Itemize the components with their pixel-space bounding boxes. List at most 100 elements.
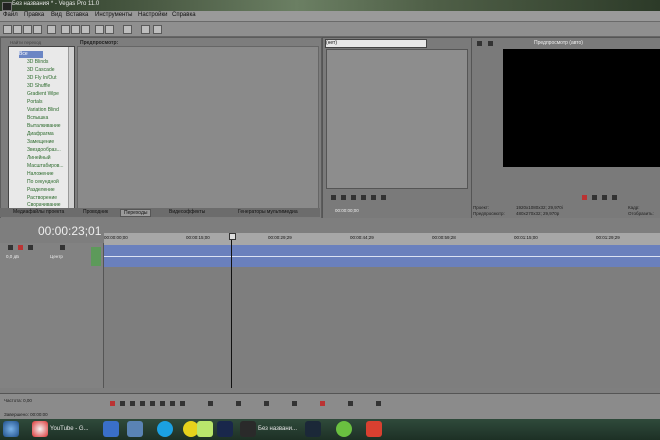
tree-item[interactable]: Наложение bbox=[27, 171, 54, 177]
cut-icon[interactable] bbox=[61, 25, 70, 34]
word-icon[interactable] bbox=[103, 421, 119, 437]
prev-frame-icon[interactable] bbox=[371, 195, 376, 200]
track-volume[interactable]: 0,0 дБ bbox=[6, 254, 19, 259]
snap-icon[interactable] bbox=[141, 25, 150, 34]
tree-item[interactable]: Вспышка bbox=[27, 115, 48, 121]
tree-item[interactable]: Замещение bbox=[27, 139, 54, 145]
properties-icon[interactable] bbox=[33, 25, 42, 34]
tree-item[interactable]: Диафрагма bbox=[27, 131, 54, 137]
tree-item[interactable]: Gradient Wipe bbox=[27, 91, 59, 97]
stop-icon[interactable] bbox=[361, 195, 366, 200]
new-icon[interactable] bbox=[3, 25, 12, 34]
skype-icon[interactable] bbox=[157, 421, 173, 437]
track-arm-icon[interactable] bbox=[18, 245, 23, 250]
transport-record-icon[interactable] bbox=[110, 401, 115, 406]
track-fx-icon[interactable] bbox=[28, 245, 33, 250]
preview-fx-icon[interactable] bbox=[488, 41, 493, 46]
tab-explorer[interactable]: Проводник bbox=[80, 209, 111, 215]
playhead-handle[interactable] bbox=[229, 233, 236, 240]
tree-item[interactable]: 3D Fly In/Out bbox=[27, 75, 56, 81]
start-button-icon[interactable] bbox=[3, 421, 19, 437]
next-frame-icon[interactable] bbox=[381, 195, 386, 200]
transport-loop-icon[interactable] bbox=[120, 401, 125, 406]
audio-track[interactable] bbox=[104, 245, 660, 267]
transport-start-icon[interactable] bbox=[170, 401, 175, 406]
maps-icon[interactable] bbox=[336, 421, 352, 437]
record-icon[interactable] bbox=[582, 195, 587, 200]
trimmer-dropdown[interactable]: (нет) bbox=[325, 39, 427, 48]
menu-options[interactable]: Настройки bbox=[138, 12, 167, 18]
save-icon[interactable] bbox=[23, 25, 32, 34]
pause-icon[interactable] bbox=[351, 195, 356, 200]
render-icon[interactable] bbox=[47, 25, 56, 34]
loop-icon[interactable] bbox=[331, 195, 336, 200]
steam-icon[interactable] bbox=[305, 421, 321, 437]
play-icon[interactable] bbox=[341, 195, 346, 200]
transport-stop-icon[interactable] bbox=[160, 401, 165, 406]
tree-item[interactable]: Выталкивание bbox=[27, 123, 61, 129]
paste-icon[interactable] bbox=[81, 25, 90, 34]
preview-pause-icon[interactable] bbox=[612, 195, 617, 200]
trimmer-view[interactable] bbox=[326, 49, 468, 189]
normal-edit-tool-icon[interactable] bbox=[208, 401, 213, 406]
tree-item[interactable]: Масштабиров... bbox=[27, 163, 64, 169]
marker-icon[interactable] bbox=[320, 401, 325, 406]
tree-item[interactable]: Линейный bbox=[27, 155, 51, 161]
tree-item[interactable]: Разделение bbox=[27, 187, 55, 193]
menu-file[interactable]: Файл bbox=[3, 12, 18, 18]
menu-view[interactable]: Вид bbox=[51, 12, 62, 18]
tree-scrollbar[interactable] bbox=[68, 47, 74, 209]
taskbar-vegas-label[interactable]: Без названи... bbox=[258, 426, 297, 432]
undo-icon[interactable] bbox=[95, 25, 104, 34]
ccleaner-icon[interactable] bbox=[366, 421, 382, 437]
split-icon[interactable] bbox=[264, 401, 269, 406]
explorer-icon[interactable] bbox=[127, 421, 143, 437]
trim-start-icon[interactable] bbox=[292, 401, 297, 406]
envelope-tool-icon[interactable] bbox=[236, 401, 241, 406]
copy-icon[interactable] bbox=[71, 25, 80, 34]
preview-quality[interactable]: Предпросмотр (авто) bbox=[534, 40, 583, 46]
playhead-cursor[interactable] bbox=[231, 233, 232, 388]
video-preview-panel: Предпросмотр (авто) Проект: 1920x1080x32… bbox=[471, 37, 660, 219]
tab-media-generators[interactable]: Генераторы мультимедиа bbox=[235, 209, 301, 215]
preview-loop-icon[interactable] bbox=[592, 195, 597, 200]
notepad-icon[interactable] bbox=[197, 421, 213, 437]
vegas-taskbar-icon[interactable] bbox=[240, 421, 256, 437]
snapping-icon[interactable] bbox=[348, 401, 353, 406]
track-solo-icon[interactable] bbox=[60, 245, 65, 250]
tree-item[interactable]: Portals bbox=[27, 99, 43, 105]
track-pan[interactable]: Центр bbox=[50, 254, 63, 259]
help-icon[interactable] bbox=[153, 25, 162, 34]
tree-item[interactable]: 3D Cascade bbox=[27, 67, 55, 73]
tab-video-fx[interactable]: Видеоэффекты bbox=[166, 209, 208, 215]
tree-item[interactable]: 3D Blinds bbox=[27, 59, 48, 65]
tree-item[interactable]: По секундной bbox=[27, 179, 59, 185]
edit-tool-icon[interactable] bbox=[123, 25, 132, 34]
tree-item[interactable]: Растворение bbox=[27, 195, 57, 201]
chrome-icon[interactable] bbox=[32, 421, 48, 437]
tree-item[interactable]: Звездообраз... bbox=[27, 147, 61, 153]
menu-help[interactable]: Справка bbox=[172, 12, 196, 18]
preview-play-icon[interactable] bbox=[602, 195, 607, 200]
transport-end-icon[interactable] bbox=[180, 401, 185, 406]
menu-edit[interactable]: Правка bbox=[24, 12, 44, 18]
open-icon[interactable] bbox=[13, 25, 22, 34]
photoshop-icon[interactable] bbox=[217, 421, 233, 437]
title-bar[interactable]: Без названия * - Vegas Pro 11.0 bbox=[0, 0, 660, 11]
tree-root-all[interactable]: Все bbox=[19, 51, 43, 58]
tab-project-media[interactable]: Медиафайлы проекта bbox=[10, 209, 67, 215]
taskbar-youtube-label[interactable]: YouTube - G... bbox=[50, 426, 89, 432]
transport-play-icon[interactable] bbox=[140, 401, 145, 406]
transport-play-start-icon[interactable] bbox=[130, 401, 135, 406]
search-hint[interactable]: Найти переход bbox=[10, 40, 41, 45]
track-mute-icon[interactable] bbox=[8, 245, 13, 250]
tree-item[interactable]: Variation Blind bbox=[27, 107, 59, 113]
menu-insert[interactable]: Вставка bbox=[66, 12, 88, 18]
tab-transitions[interactable]: Переходы bbox=[120, 209, 152, 217]
transport-pause-icon[interactable] bbox=[150, 401, 155, 406]
menu-tools[interactable]: Инструменты bbox=[95, 12, 132, 18]
tree-item[interactable]: 3D Shuffle bbox=[27, 83, 50, 89]
ripple-icon[interactable] bbox=[376, 401, 381, 406]
redo-icon[interactable] bbox=[105, 25, 114, 34]
preview-settings-icon[interactable] bbox=[477, 41, 482, 46]
